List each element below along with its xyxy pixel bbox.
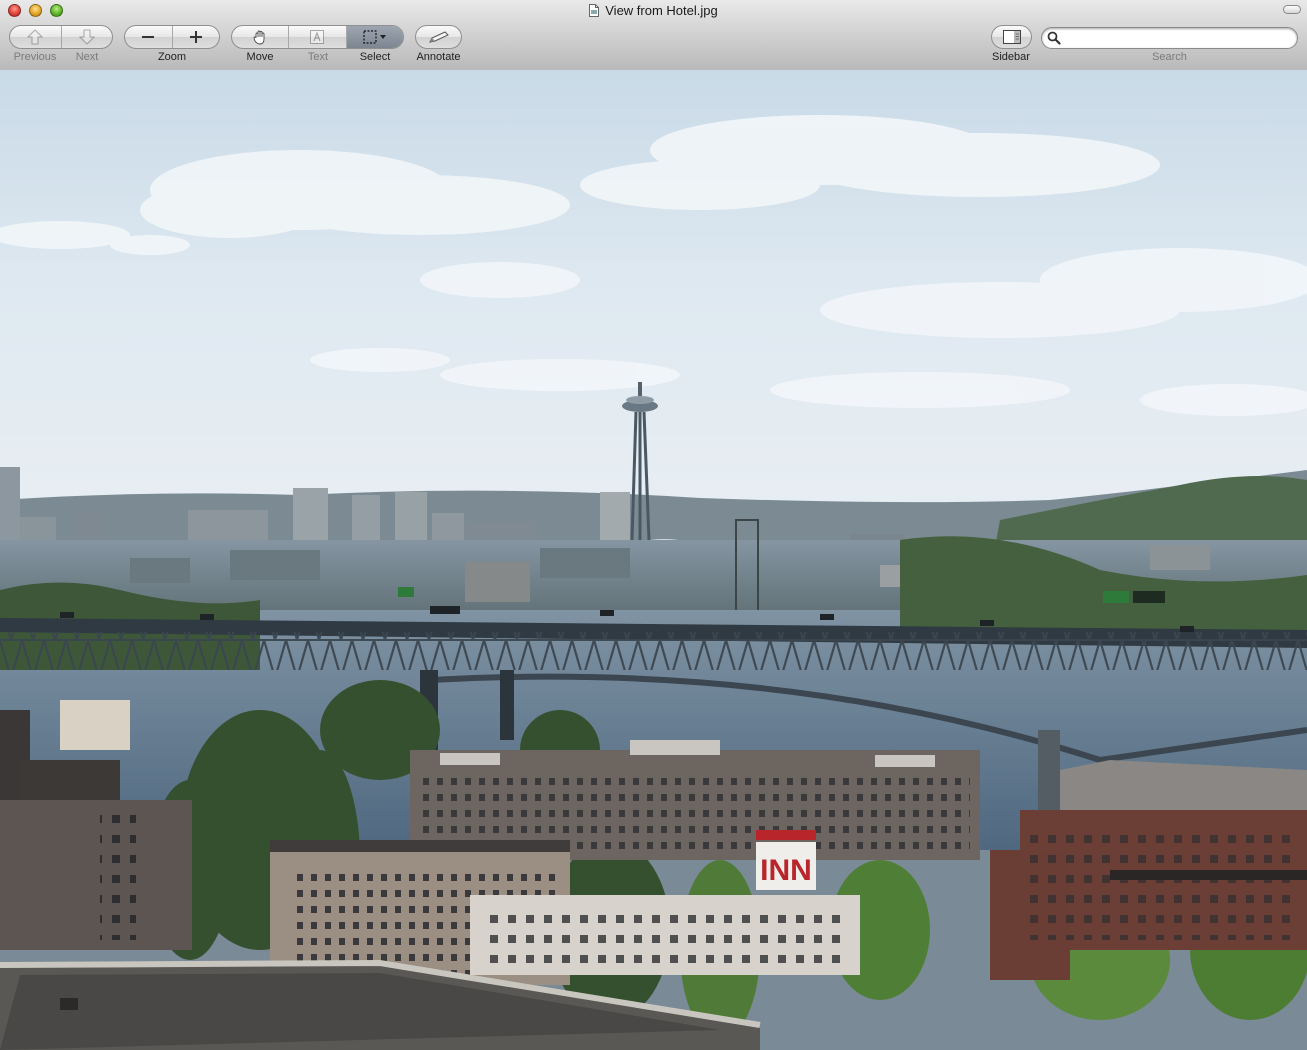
arrow-down-icon [78, 29, 95, 45]
move-tool-button[interactable] [232, 26, 290, 48]
move-label: Move [246, 51, 274, 63]
window-title-area: View from Hotel.jpg [0, 3, 1307, 18]
text-cursor-icon [310, 30, 325, 44]
previous-button[interactable] [10, 26, 62, 48]
plus-icon [189, 31, 202, 43]
search-icon [1047, 31, 1061, 45]
search-field[interactable] [1041, 27, 1298, 49]
hand-icon [253, 30, 265, 45]
next-button[interactable] [62, 26, 113, 48]
previous-label: Previous [13, 51, 57, 63]
prev-next-group [9, 25, 113, 49]
search-input[interactable] [1064, 30, 1293, 48]
inn-sign-text: INN [760, 854, 812, 887]
annotate-group [415, 25, 462, 49]
text-label: Text [307, 51, 329, 63]
sidebar-label: Sidebar [992, 51, 1030, 63]
sidebar-group [991, 25, 1032, 49]
image-canvas[interactable]: INN [0, 70, 1307, 1050]
zoom-group [124, 25, 220, 49]
title-toolbar: View from Hotel.jpg Previous Next Zoom M… [0, 0, 1307, 71]
annotate-button[interactable] [416, 26, 461, 48]
minus-icon [142, 36, 155, 38]
zoom-label: Zoom [157, 51, 187, 63]
zoom-in-button[interactable] [173, 26, 220, 48]
tool-mode-group [231, 25, 404, 49]
text-tool-button[interactable] [289, 26, 347, 48]
annotate-label: Annotate [416, 51, 461, 63]
document-icon [589, 4, 600, 17]
inn-sign: INN [756, 830, 816, 890]
zoom-out-button[interactable] [125, 26, 173, 48]
photo-view-from-hotel: INN [0, 70, 1307, 1050]
select-tool-button[interactable] [346, 26, 403, 48]
pencil-icon [428, 31, 449, 43]
sidebar-icon [1002, 30, 1021, 44]
arrow-up-icon [27, 29, 44, 45]
select-label: Select [359, 51, 391, 63]
preview-window: View from Hotel.jpg Previous Next Zoom M… [0, 0, 1307, 1050]
sidebar-button[interactable] [992, 26, 1031, 48]
marquee-select-icon [363, 30, 386, 44]
toolbar-toggle-button[interactable] [1283, 5, 1301, 14]
window-title: View from Hotel.jpg [605, 3, 718, 18]
search-label: Search [1152, 51, 1187, 63]
next-label: Next [75, 51, 99, 63]
